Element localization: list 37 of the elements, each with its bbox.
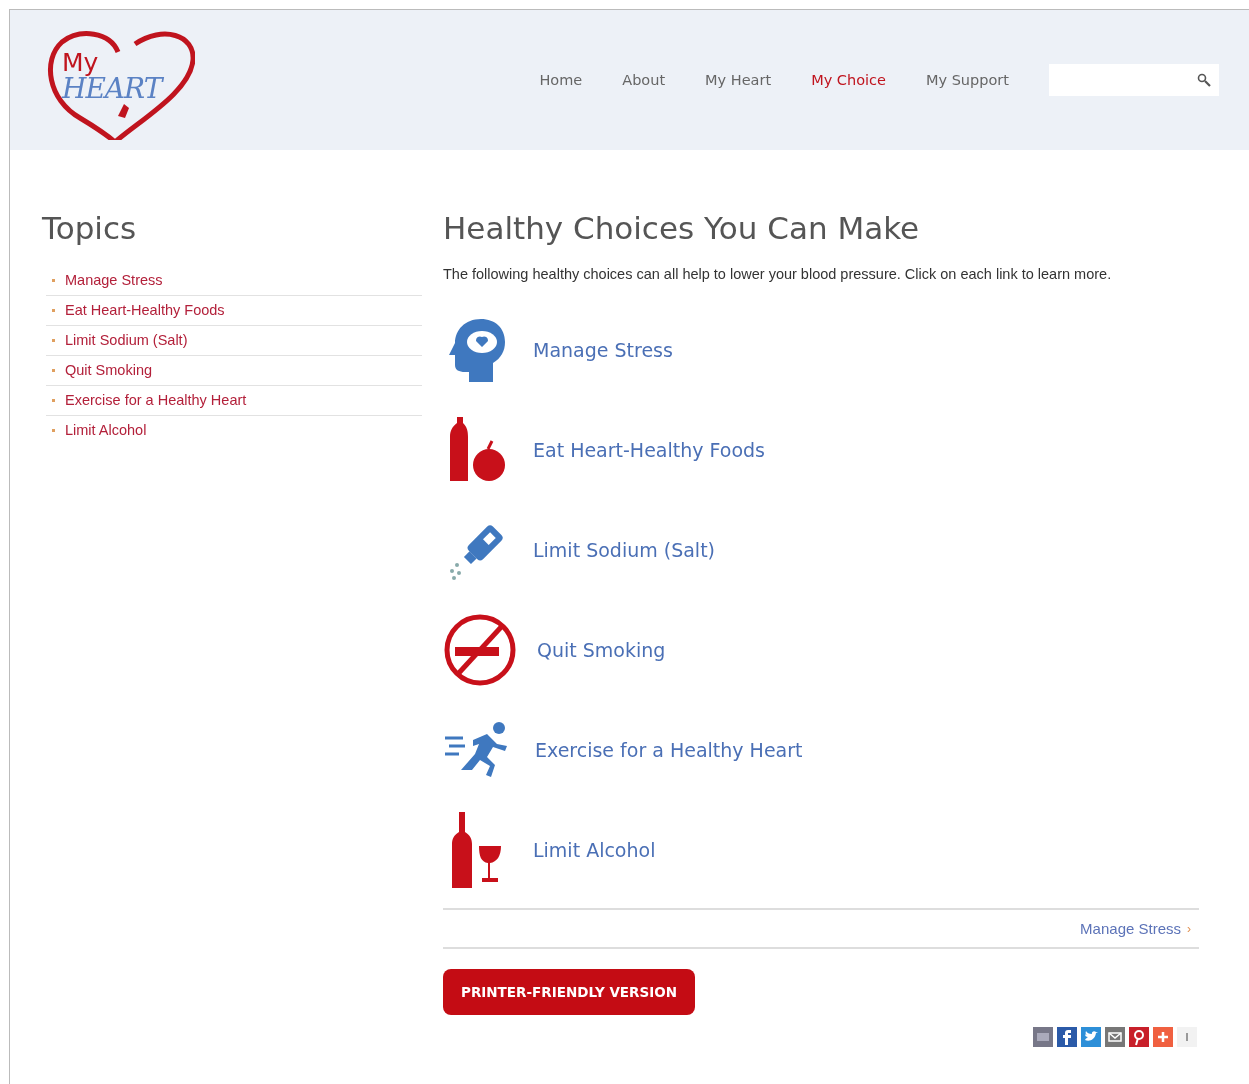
search-icon[interactable]: [1197, 73, 1211, 87]
pin-icon[interactable]: [1129, 1027, 1149, 1047]
topic-link[interactable]: Exercise for a Healthy Heart: [46, 386, 422, 416]
choice-link[interactable]: Manage Stress: [533, 339, 673, 361]
search-field[interactable]: [1049, 64, 1219, 96]
printer-friendly-button[interactable]: PRINTER-FRIENDLY VERSION: [443, 969, 695, 1015]
bullet-icon: [52, 428, 55, 432]
choice-link[interactable]: Limit Alcohol: [533, 839, 656, 861]
topic-link[interactable]: Manage Stress: [46, 266, 422, 296]
bullet-icon: [52, 338, 55, 342]
page-title: Healthy Choices You Can Make: [443, 210, 921, 246]
intro-text: The following healthy choices can all help to lower your blood pressure. Click on each link to learn more.: [443, 266, 1113, 282]
choice-link[interactable]: Limit Sodium (Salt): [533, 539, 715, 561]
nav-link[interactable]: About: [622, 72, 666, 88]
facebook-icon[interactable]: [1057, 1027, 1077, 1047]
bullet-icon: [52, 398, 55, 402]
topic-link[interactable]: Limit Alcohol: [46, 416, 422, 445]
next-link[interactable]: Manage Stress ›: [1080, 920, 1191, 937]
choice-link[interactable]: Quit Smoking: [537, 639, 666, 661]
nav-link[interactable]: My Support: [925, 72, 1009, 88]
nav-link[interactable]: Home: [539, 72, 583, 88]
sidebar-title: Topics: [42, 210, 138, 246]
plus-icon[interactable]: [1153, 1027, 1173, 1047]
topic-link[interactable]: Eat Heart-Healthy Foods: [46, 296, 422, 326]
bullet-icon: [52, 308, 55, 312]
choice-link[interactable]: Exercise for a Healthy Heart: [535, 739, 803, 761]
nav-link[interactable]: My Choice: [811, 72, 886, 88]
no-smoking-icon: [443, 613, 517, 687]
topic-link[interactable]: Limit Sodium (Salt): [46, 326, 422, 356]
nav-link[interactable]: My Heart: [705, 72, 772, 88]
bullet-icon: [52, 278, 55, 282]
email-icon[interactable]: [1105, 1027, 1125, 1047]
bird-icon[interactable]: [1081, 1027, 1101, 1047]
logo-text: My: [62, 48, 99, 77]
bullet-icon: [52, 368, 55, 372]
topic-link[interactable]: Quit Smoking: [46, 356, 422, 386]
choice-link[interactable]: Eat Heart-Healthy Foods: [533, 439, 765, 461]
